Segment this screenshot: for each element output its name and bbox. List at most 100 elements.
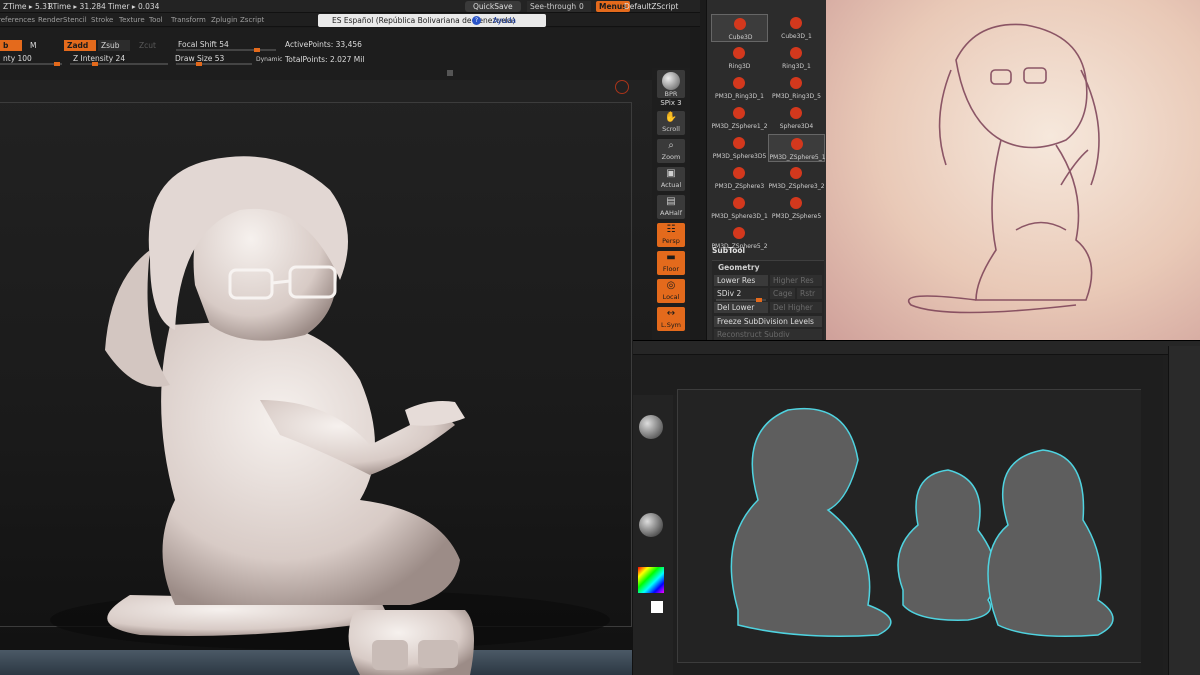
geometry-panel: Geometry Lower Res Higher Res SDiv 2 Cag…: [712, 260, 824, 342]
tool-item-label: Sphere3D4: [779, 123, 814, 130]
shelf-scroll-button[interactable]: ✋ Scroll: [657, 111, 685, 135]
dynamic-toggle[interactable]: Dynamic: [253, 54, 285, 65]
z-intensity-track[interactable]: [70, 62, 168, 66]
zoom-icon: ⌕: [668, 140, 674, 151]
total-points-readout: TotalPoints: 2.027 Mil: [285, 55, 365, 64]
shelf-button-label: Floor: [662, 265, 680, 273]
zadd-button[interactable]: Zadd: [64, 40, 96, 51]
see-through-value: 0: [579, 2, 584, 11]
higher-res-button[interactable]: Higher Res: [770, 275, 822, 286]
menu-item-transform[interactable]: Transform: [171, 16, 206, 24]
draw-size-track[interactable]: [176, 62, 252, 66]
tool-item[interactable]: PM3D_ZSphere3_2: [768, 164, 825, 192]
tool-item[interactable]: Ring3D_1: [768, 44, 825, 72]
default-zscript-button[interactable]: DefaultZScript: [624, 2, 678, 11]
inset-material-icon: [639, 513, 663, 537]
subtool-header[interactable]: SubTool: [712, 246, 745, 255]
freeze-subdivision-button[interactable]: Freeze SubDivision Levels: [714, 316, 822, 327]
tool-item-label: PM3D_Sphere3D_1: [711, 213, 768, 220]
tool-item[interactable]: PM3D_Ring3D_5: [768, 74, 825, 102]
tool-item[interactable]: PM3D_ZSphere1_2: [711, 104, 768, 132]
language-selector[interactable]: ES Español (República Bolivariana de Ven…: [318, 14, 546, 27]
tool-thumbnail-icon: [734, 18, 746, 30]
sdiv-track[interactable]: [716, 298, 766, 302]
rgb-toggle[interactable]: b: [0, 40, 22, 51]
tool-item[interactable]: Cube3D: [711, 14, 768, 42]
tool-item-label: Cube3D: [728, 34, 753, 41]
zsub-button[interactable]: Zsub: [98, 40, 130, 51]
geometry-header[interactable]: Geometry: [718, 263, 759, 272]
main-viewport[interactable]: [0, 80, 652, 675]
timer-readout: Timer ▸ 0.034: [108, 2, 160, 11]
floor-icon: ▬: [666, 252, 676, 263]
shelf-persp-button[interactable]: ☷ Persp: [657, 223, 685, 247]
see-through-label: See-through: [530, 2, 577, 11]
concept-sketch-photo: [826, 0, 1200, 340]
menu-item-tool[interactable]: Tool: [149, 16, 163, 24]
focal-shift-track[interactable]: [176, 48, 276, 52]
tool-item-label: PM3D_Ring3D_1: [715, 93, 764, 100]
del-lower-button[interactable]: Del Lower: [714, 302, 768, 313]
tool-item-label: PM3D_Sphere3D5: [712, 153, 767, 160]
shelf-actual-button[interactable]: ▣ Actual: [657, 167, 685, 191]
perspective-icon: ☷: [666, 224, 676, 235]
shelf-button-label: Scroll: [662, 125, 680, 133]
tool-item[interactable]: Sphere3D4: [768, 104, 825, 132]
shelf-local-button[interactable]: ◎ Local: [657, 279, 685, 303]
inset-brush-icon: [639, 415, 663, 439]
tool-item-label: Cube3D_1: [781, 33, 812, 40]
tool-item[interactable]: Ring3D: [711, 44, 768, 72]
tool-thumbnail-icon: [790, 107, 802, 119]
active-points-readout: ActivePoints: 33,456: [285, 40, 362, 49]
tray-handle[interactable]: [447, 70, 453, 76]
rgb-intensity-track[interactable]: [0, 62, 62, 66]
cage-button[interactable]: Cage: [770, 288, 795, 299]
tool-item[interactable]: PM3D_ZSphere3: [711, 164, 768, 192]
tool-thumbnail-icon: [790, 167, 802, 179]
reconstruct-subdiv-button[interactable]: Reconstruct Subdiv: [714, 329, 822, 340]
zcut-button[interactable]: Zcut: [136, 40, 159, 51]
hand-icon: ✋: [664, 112, 678, 123]
help-button[interactable]: Ayuda: [493, 14, 516, 27]
del-higher-button[interactable]: Del Higher: [770, 302, 822, 313]
inset-zbrush-screenshot: [633, 340, 1200, 675]
tool-item[interactable]: Cube3D_1: [768, 14, 825, 42]
menu-item-stencil[interactable]: Stencil: [63, 16, 87, 24]
menu-item-stroke[interactable]: Stroke: [91, 16, 113, 24]
tool-thumbnail-icon: [790, 47, 802, 59]
tool-item[interactable]: PM3D_Sphere3D_1: [711, 194, 768, 222]
shelf-aahalf-button[interactable]: ▤ AAHalf: [657, 195, 685, 219]
shelf-floor-button[interactable]: ▬ Floor: [657, 251, 685, 275]
help-icon: ?: [472, 16, 481, 25]
tool-item[interactable]: PM3D_Sphere3D5: [711, 134, 768, 162]
sculpt-model: [50, 156, 610, 675]
quicksave-button[interactable]: QuickSave: [465, 1, 521, 12]
tool-item-label: PM3D_ZSphere5: [771, 213, 822, 220]
shelf-button-label: Local: [662, 293, 680, 301]
tool-item-label: PM3D_ZSphere3_2: [768, 183, 825, 190]
shelf-zoom-button[interactable]: ⌕ Zoom: [657, 139, 685, 163]
inset-tool-palette: [1168, 346, 1200, 675]
menu-item-preferences[interactable]: references: [0, 16, 35, 24]
spix-slider[interactable]: SPix 3: [657, 99, 685, 109]
rtime-readout: RTime ▸ 31.284: [48, 2, 106, 11]
language-label: ES Español (República Bolivariana de Ven…: [332, 16, 516, 25]
tool-item[interactable]: PM3D_ZSphere5_1: [768, 134, 826, 162]
menu-item-zscript[interactable]: Zscript: [240, 16, 264, 24]
see-through-slider[interactable]: See-through 0: [527, 1, 591, 12]
rstr-button[interactable]: Rstr: [797, 288, 822, 299]
m-toggle[interactable]: M: [27, 40, 39, 51]
tool-thumbnail-icon: [790, 17, 802, 29]
shelf-lsym-button[interactable]: ↔ L.Sym: [657, 307, 685, 331]
bpr-button[interactable]: BPR: [657, 70, 685, 98]
right-shelf: BPR SPix 3 ✋ Scroll ⌕ Zoom ▣ Actual ▤ AAHalf ☷ Pe…: [652, 68, 690, 342]
inset-right-shelf: [1141, 389, 1163, 675]
menu-item-zplugin[interactable]: Zplugin: [211, 16, 237, 24]
lower-res-button[interactable]: Lower Res: [714, 275, 768, 286]
tool-item-label: PM3D_Ring3D_5: [772, 93, 821, 100]
shelf-button-label: Persp: [662, 237, 680, 245]
menu-item-render[interactable]: Render: [38, 16, 63, 24]
tool-item[interactable]: PM3D_ZSphere5: [768, 194, 825, 222]
tool-item[interactable]: PM3D_Ring3D_1: [711, 74, 768, 102]
menu-item-texture[interactable]: Texture: [119, 16, 145, 24]
